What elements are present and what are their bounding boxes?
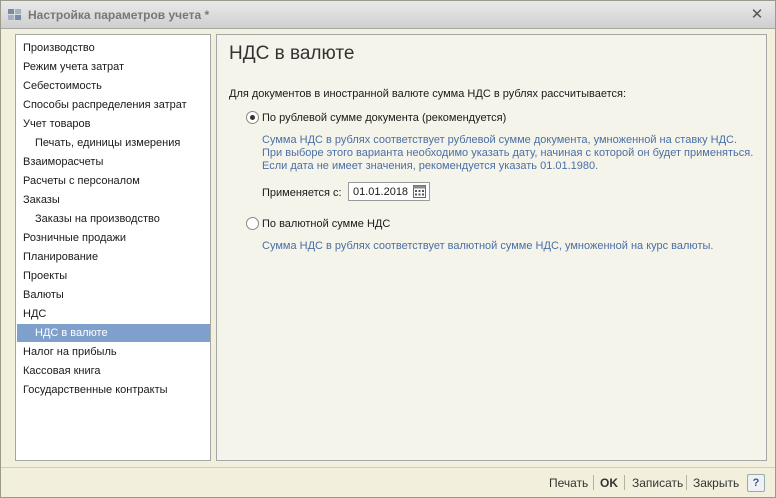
ok-button[interactable]: OK (600, 476, 618, 490)
option1-hint-line: Сумма НДС в рублях соответствует рублево… (262, 134, 738, 146)
help-icon[interactable]: ? (747, 474, 765, 492)
option2-hint-line: Сумма НДС в рублях соответствует валютно… (262, 240, 714, 252)
sidebar-item-personnel-settlements[interactable]: Расчеты с персоналом (17, 172, 210, 190)
sidebar-item-cash-book[interactable]: Кассовая книга (17, 362, 210, 380)
sidebar-item-orders[interactable]: Заказы (17, 191, 210, 209)
option1-hint-line: При выборе этого варианта необходимо ука… (262, 147, 754, 159)
title-bar: Настройка параметров учета * ✕ (1, 1, 775, 29)
sidebar-item-production-orders[interactable]: Заказы на производство (17, 210, 210, 228)
sidebar-item-goods-accounting[interactable]: Учет товаров (17, 115, 210, 133)
intro-text: Для документов в иностранной валюте сумм… (229, 88, 627, 100)
sidebar-item-retail-sales[interactable]: Розничные продажи (17, 229, 210, 247)
radio-rub-amount-label[interactable]: По рублевой сумме документа (рекомендует… (262, 112, 506, 124)
close-button[interactable]: Закрыть (693, 476, 739, 490)
sidebar-item-cost-price[interactable]: Себестоимость (17, 77, 210, 95)
separator (686, 475, 687, 490)
effective-date-label: Применяется с: (262, 187, 342, 199)
sidebar-item-print-units[interactable]: Печать, единицы измерения (17, 134, 210, 152)
sidebar-item-income-tax[interactable]: Налог на прибыль (17, 343, 210, 361)
settings-panel: НДС в валюте Для документов в иностранно… (216, 34, 767, 461)
radio-rub-amount[interactable] (246, 111, 259, 124)
footer-toolbar: Печать OK Записать Закрыть ? (1, 467, 775, 497)
content-area: Производство Режим учета затрат Себестои… (6, 29, 771, 465)
radio-currency-vat[interactable] (246, 217, 259, 230)
window-title: Настройка параметров учета * (28, 8, 210, 22)
calendar-icon[interactable] (413, 184, 427, 199)
sidebar-item-vat-in-currency[interactable]: НДС в валюте (17, 324, 210, 342)
close-window-button[interactable]: ✕ (749, 7, 765, 23)
sidebar-item-state-contracts[interactable]: Государственные контракты (17, 381, 210, 399)
sections-list: Производство Режим учета затрат Себестои… (15, 34, 211, 461)
separator (624, 475, 625, 490)
app-grid-icon (8, 9, 22, 21)
sidebar-item-planning[interactable]: Планирование (17, 248, 210, 266)
option1-hint-line: Если дата не имеет значения, рекомендует… (262, 160, 599, 172)
sidebar-item-projects[interactable]: Проекты (17, 267, 210, 285)
sidebar-item-cost-allocation[interactable]: Способы распределения затрат (17, 96, 210, 114)
sidebar-item-settlements[interactable]: Взаиморасчеты (17, 153, 210, 171)
sidebar-item-cost-accounting-mode[interactable]: Режим учета затрат (17, 58, 210, 76)
sidebar-item-currencies[interactable]: Валюты (17, 286, 210, 304)
separator (593, 475, 594, 490)
sidebar-item-production[interactable]: Производство (17, 39, 210, 57)
print-button[interactable]: Печать (549, 476, 588, 490)
settings-window: Настройка параметров учета * ✕ Производс… (0, 0, 776, 498)
sidebar-item-vat[interactable]: НДС (17, 305, 210, 323)
page-title: НДС в валюте (229, 43, 355, 64)
save-button[interactable]: Записать (632, 476, 683, 490)
radio-currency-vat-label[interactable]: По валютной сумме НДС (262, 218, 390, 230)
